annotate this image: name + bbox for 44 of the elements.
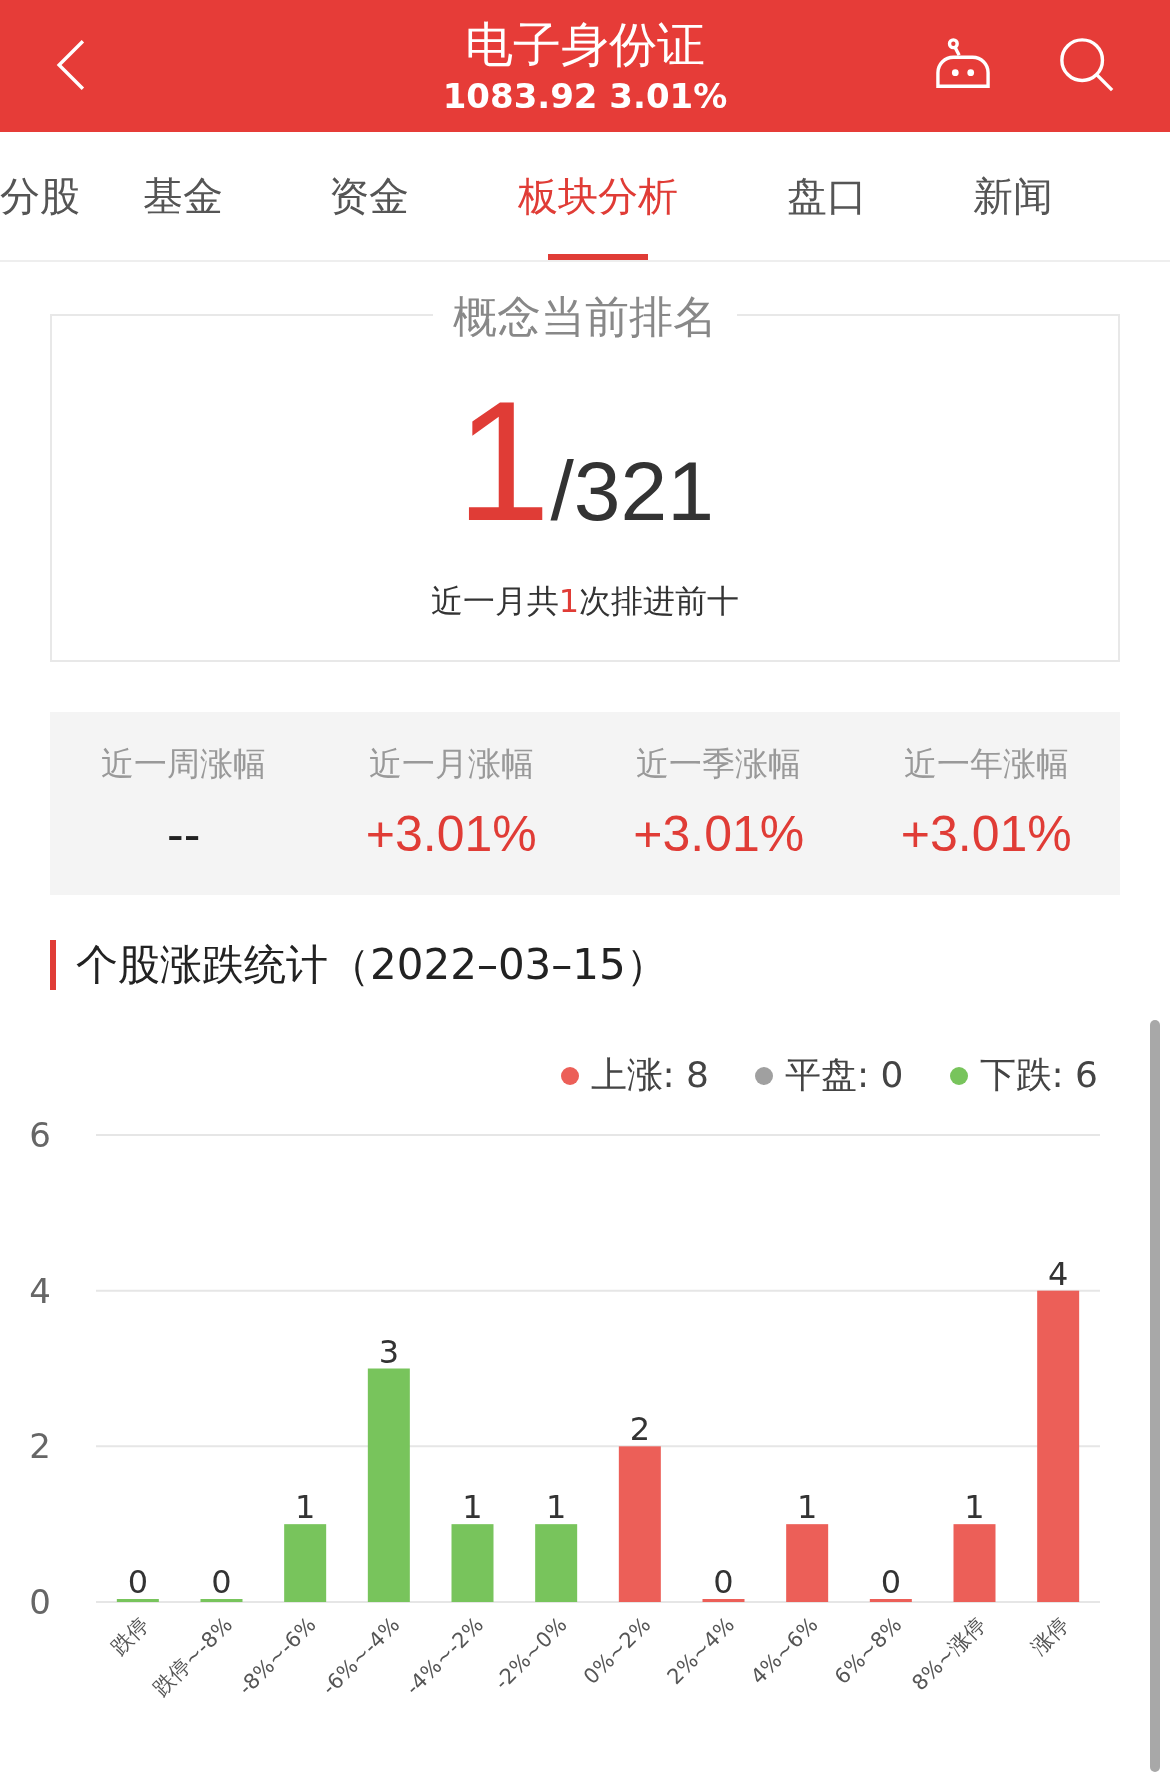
tab[interactable]: 新闻 [920, 132, 1106, 260]
value-label: 2 [629, 1410, 650, 1449]
value-label: 0 [127, 1563, 148, 1601]
value-label: 1 [546, 1488, 567, 1527]
legend-label: 上涨: 8 [590, 1053, 710, 1097]
index-quote: 1083.92 3.01% [442, 75, 728, 118]
scrollbar[interactable] [1150, 1020, 1160, 1772]
legend-label: 平盘: 0 [785, 1053, 904, 1097]
tab[interactable]: 盘口 [734, 132, 920, 260]
section-marker [50, 940, 56, 990]
stat-value: +3.01% [365, 805, 537, 863]
section-title: 个股涨跌统计（2022–03–15） [76, 939, 668, 991]
stat-value: -- [167, 805, 201, 863]
tab[interactable]: 基金 [90, 132, 276, 260]
value-label: 0 [713, 1563, 734, 1601]
tab[interactable]: 资金 [276, 132, 462, 260]
rank-number: 1 [455, 386, 551, 536]
stat-label: 近一月涨幅 [368, 743, 534, 785]
y-tick-label: 2 [29, 1426, 51, 1467]
value-label: 3 [378, 1332, 399, 1371]
value-label: 1 [964, 1488, 985, 1527]
x-tick-label: 跌停 [106, 1612, 154, 1660]
value-label: 4 [1048, 1254, 1069, 1293]
value-label: 1 [462, 1488, 483, 1527]
x-tick-label: 涨停 [1027, 1612, 1074, 1660]
y-tick-label: 6 [29, 1115, 51, 1155]
stat-value: +3.01% [633, 805, 805, 863]
y-tick-label: 4 [29, 1270, 51, 1311]
value-label: 0 [880, 1563, 901, 1601]
legend-label: 下跌: 6 [979, 1053, 1098, 1097]
value-label: 1 [295, 1488, 316, 1527]
stat-label: 近一季涨幅 [636, 743, 802, 785]
page-title: 电子身份证 [465, 15, 705, 74]
rank-total: /321 [550, 443, 714, 540]
value-label: 1 [797, 1488, 818, 1527]
search-icon[interactable] [1058, 36, 1116, 94]
stat-label: 近一年涨幅 [903, 743, 1069, 785]
y-tick-label: 0 [29, 1582, 51, 1622]
stat-value: +3.01% [900, 805, 1072, 863]
tab[interactable]: 板块分析 [462, 132, 734, 260]
stat-label: 近一周涨幅 [101, 743, 267, 785]
rank-note: 近一月共1次排进前十 [430, 581, 740, 622]
value-label: 0 [211, 1563, 232, 1601]
tab[interactable]: 分股 [0, 132, 90, 260]
